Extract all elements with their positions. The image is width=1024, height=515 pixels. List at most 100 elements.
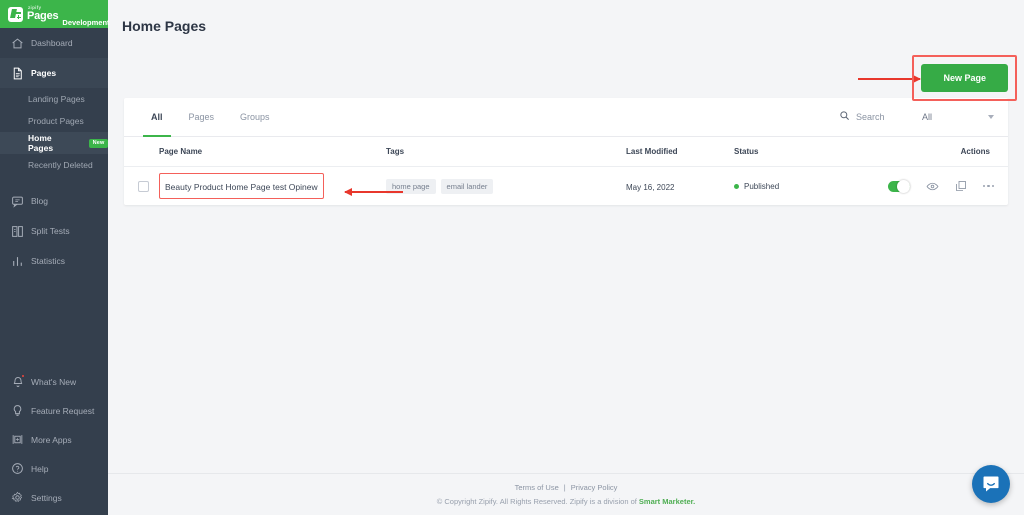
status-dot-icon: [734, 183, 739, 189]
sidebar-item-settings[interactable]: Settings: [0, 483, 108, 512]
gear-icon: [11, 491, 24, 504]
tab-label: All: [151, 112, 163, 122]
sidebar-subitem-label: Product Pages: [28, 116, 84, 126]
sidebar-item-label: Help: [31, 463, 49, 474]
brand-text: zipify Pages: [27, 5, 59, 23]
sidebar-item-label: Settings: [31, 492, 62, 503]
sidebar-subitem-product-pages[interactable]: Product Pages: [0, 110, 108, 132]
sidebar: zipify Pages Development Dashboard Pages…: [0, 0, 110, 515]
sidebar-item-dashboard[interactable]: Dashboard: [0, 28, 108, 58]
preview-eye-icon[interactable]: [926, 180, 939, 193]
zipify-pages-logo-icon: [8, 6, 23, 22]
footer: Terms of Use | Privacy Policy © Copyrigh…: [108, 473, 1024, 515]
row-last-modified-cell: May 16, 2022: [626, 177, 734, 195]
pages-card: All Pages Groups Search All Page Name Ta…: [124, 98, 1008, 205]
toggle-knob: [896, 179, 910, 193]
search-input[interactable]: [856, 112, 908, 122]
tab-label: Groups: [240, 112, 270, 122]
filter-selected-value: All: [922, 112, 933, 122]
sidebar-subitem-landing-pages[interactable]: Landing Pages: [0, 88, 108, 110]
annotation-arrow-to-page-name: [344, 188, 403, 196]
notification-dot: [21, 374, 25, 378]
publish-toggle[interactable]: [887, 179, 910, 193]
more-options-icon[interactable]: [982, 184, 994, 188]
search-box[interactable]: [839, 108, 908, 126]
row-tags-cell: home page email lander: [386, 178, 626, 194]
page-title: Home Pages: [122, 18, 207, 34]
new-page-button[interactable]: New Page: [921, 64, 1008, 92]
question-circle-icon: [11, 462, 24, 475]
sidebar-item-label: Split Tests: [31, 226, 70, 236]
copyright-text: © Copyright Zipify. All Rights Reserved.…: [436, 497, 639, 506]
new-page-button-wrapper: New Page: [912, 55, 1017, 101]
privacy-policy-link[interactable]: Privacy Policy: [571, 483, 618, 492]
home-icon: [11, 37, 24, 50]
tab-all[interactable]: All: [138, 98, 176, 137]
search-icon: [839, 108, 850, 126]
table-row: Beauty Product Home Page test Opinew hom…: [124, 167, 1008, 205]
document-icon: [11, 67, 24, 80]
sidebar-item-whats-new[interactable]: What's New: [0, 367, 108, 396]
status-badge: Published: [744, 181, 780, 191]
column-header-page-name: Page Name: [159, 147, 203, 156]
sidebar-subitem-recently-deleted[interactable]: Recently Deleted: [0, 154, 108, 176]
footer-separator: |: [563, 483, 566, 492]
tab-groups[interactable]: Groups: [227, 98, 283, 136]
chevron-down-icon: [988, 115, 994, 119]
card-toolbar: All Pages Groups Search All: [124, 98, 1008, 137]
sidebar-item-more-apps[interactable]: More Apps: [0, 425, 108, 454]
row-actions-cell: [884, 179, 994, 193]
sidebar-item-label: What's New: [31, 376, 77, 387]
toolbar: New Page: [108, 55, 1024, 101]
duplicate-icon[interactable]: [955, 180, 967, 192]
footer-links: Terms of Use | Privacy Policy: [515, 483, 618, 492]
column-header-status: Status: [734, 147, 759, 156]
row-checkbox[interactable]: [138, 180, 149, 192]
sidebar-item-pages[interactable]: Pages: [0, 58, 108, 88]
sidebar-subitem-home-pages[interactable]: Home Pages New: [0, 132, 108, 154]
page-header: Home Pages: [108, 0, 1024, 58]
sidebar-subitem-label: Landing Pages: [28, 94, 85, 104]
tag-chip[interactable]: email lander: [440, 178, 494, 194]
new-badge: New: [89, 138, 108, 148]
sidebar-subitem-label: Home Pages: [28, 133, 54, 153]
annotation-arrow-to-new-page: [858, 75, 921, 83]
intercom-chat-icon[interactable]: [972, 465, 1010, 503]
chat-bubble-icon: [11, 195, 24, 208]
sidebar-item-label: Dashboard: [31, 38, 73, 48]
brand-environment-label: Development: [62, 17, 110, 27]
page-name-wrapper: Beauty Product Home Page test Opinew: [159, 173, 324, 199]
sidebar-nav: Dashboard Pages Landing Pages Product Pa…: [0, 28, 108, 276]
sidebar-subitem-label: Recently Deleted: [28, 160, 93, 170]
column-header-actions: Actions: [960, 147, 990, 156]
bell-icon: [11, 374, 25, 388]
column-header-tags: Tags: [386, 147, 405, 156]
table-header: Page Name Tags Last Modified Status Acti…: [124, 137, 1008, 167]
sidebar-item-statistics[interactable]: Statistics: [0, 246, 108, 276]
sidebar-item-blog[interactable]: Blog: [0, 186, 108, 216]
tab-bar: All Pages Groups: [124, 98, 283, 137]
lightbulb-icon: [11, 404, 24, 417]
row-page-name-cell: Beauty Product Home Page test Opinew: [138, 173, 403, 199]
footer-copyright: © Copyright Zipify. All Rights Reserved.…: [437, 497, 695, 506]
sidebar-item-label: Blog: [31, 196, 49, 206]
sidebar-item-feature-request[interactable]: Feature Request: [0, 396, 108, 425]
sidebar-item-help[interactable]: Help: [0, 454, 108, 483]
last-modified-value: May 16, 2022: [626, 183, 675, 192]
sidebar-item-label: Pages: [31, 68, 57, 78]
brand-product-label: Pages: [27, 10, 59, 23]
sidebar-item-split-tests[interactable]: Split Tests: [0, 216, 108, 246]
page-name-link[interactable]: Beauty Product Home Page test Opinew: [165, 182, 318, 192]
brand-logo[interactable]: zipify Pages Development: [0, 0, 110, 28]
tab-label: Pages: [188, 112, 215, 122]
smart-marketer-link[interactable]: Smart Marketer.: [639, 497, 695, 506]
split-test-icon: [11, 225, 24, 238]
apps-icon: [11, 433, 24, 446]
search-area: All: [839, 108, 994, 126]
filter-dropdown[interactable]: All: [922, 112, 994, 122]
main-content: Home Pages New Page All Pages Groups Sea…: [108, 0, 1024, 515]
terms-of-use-link[interactable]: Terms of Use: [515, 483, 559, 492]
tab-pages[interactable]: Pages: [176, 98, 228, 136]
app-root: zipify Pages Development Dashboard Pages…: [0, 0, 1024, 515]
sidebar-item-label: Statistics: [31, 256, 66, 266]
